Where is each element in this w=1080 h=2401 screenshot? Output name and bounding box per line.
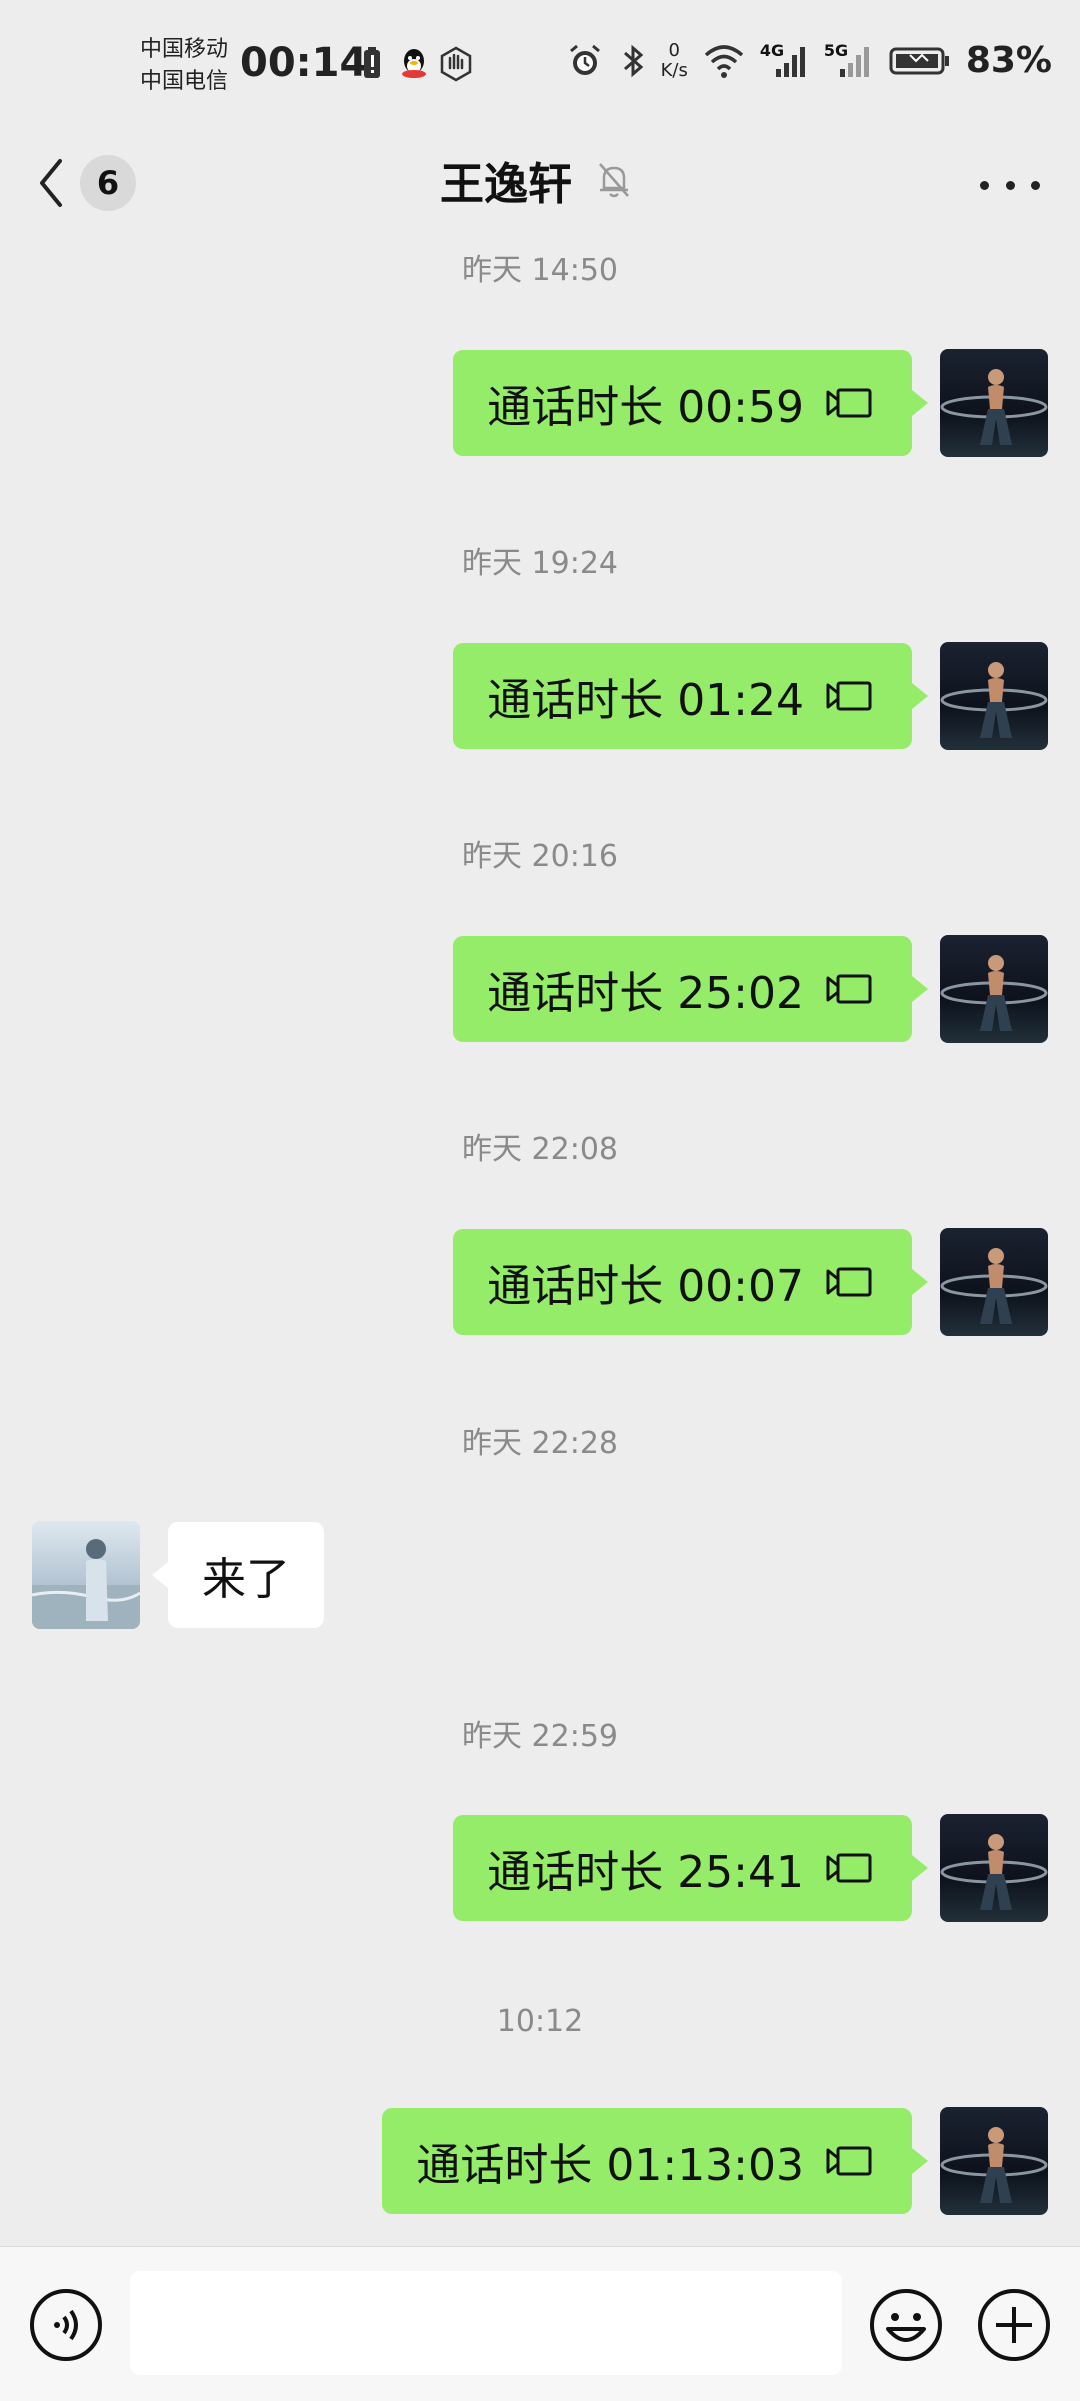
video-call-icon — [826, 388, 872, 418]
plus-icon[interactable] — [976, 2287, 1052, 2363]
contact-avatar[interactable] — [32, 1521, 140, 1629]
hand-icon — [440, 46, 472, 82]
input-bar — [0, 2246, 1080, 2401]
carrier-1: 中国移动 — [140, 37, 229, 62]
chat-title: 王逸轩 — [440, 159, 572, 210]
video-call-icon — [826, 1853, 872, 1883]
text-message-bubble[interactable]: 来了 — [152, 1522, 324, 1628]
timestamp: 10:12 — [496, 2004, 584, 2039]
call-record-bubble[interactable]: 通话时长 00:07 — [453, 1229, 928, 1335]
my-avatar[interactable] — [940, 935, 1048, 1043]
bell-off-icon — [599, 163, 629, 198]
signal-5g-icon: 5G — [824, 41, 874, 81]
call-record-bubble[interactable]: 通话时长 25:02 — [453, 936, 928, 1042]
alarm-icon — [569, 44, 600, 75]
call-record-bubble[interactable]: 通话时长 25:41 — [453, 1815, 928, 1921]
call-record-bubble[interactable]: 通话时长 01:24 — [453, 643, 928, 749]
message-row: 来了 — [32, 1521, 324, 1629]
more-dots-icon — [980, 180, 989, 190]
status-bar: 中国移动 中国电信 00:14 0 K/s 4G 5G 83% — [0, 0, 1080, 130]
timestamp: 昨天 22:28 — [462, 1426, 618, 1461]
chevron-left-icon — [40, 159, 62, 207]
message-row: 通话时长 01:24 — [453, 642, 1048, 750]
status-right: 0 K/s 4G 5G 83% — [565, 40, 1052, 81]
call-duration-text: 通话时长 00:07 — [487, 1261, 804, 1312]
carrier-names: 中国移动 中国电信 — [140, 34, 228, 98]
call-duration-text: 通话时长 25:02 — [487, 968, 804, 1019]
timestamp: 昨天 20:16 — [462, 839, 618, 874]
back-button[interactable]: 6 — [36, 148, 156, 218]
video-call-icon — [826, 1267, 872, 1297]
message-row: 通话时长 01:13:03 — [382, 2107, 1048, 2215]
call-duration-text: 通话时长 01:13:03 — [416, 2140, 804, 2191]
message-row: 通话时长 25:41 — [453, 1814, 1048, 1922]
timestamp: 昨天 22:08 — [462, 1132, 618, 1167]
unread-count-badge: 6 — [80, 155, 136, 211]
battery-percent: 83% — [965, 40, 1052, 81]
more-button[interactable] — [980, 160, 1040, 210]
qq-icon — [402, 49, 426, 78]
my-avatar[interactable] — [940, 349, 1048, 457]
message-row: 通话时长 25:02 — [453, 935, 1048, 1043]
call-duration-text: 通话时长 25:41 — [487, 1847, 804, 1898]
signal-4g-icon: 4G — [760, 41, 810, 81]
my-avatar[interactable] — [940, 642, 1048, 750]
message-row: 通话时长 00:59 — [453, 349, 1048, 457]
video-call-icon — [826, 681, 872, 711]
emoji-icon[interactable] — [868, 2287, 944, 2363]
video-call-icon — [826, 974, 872, 1004]
message-row: 通话时长 00:07 — [453, 1228, 1048, 1336]
my-avatar[interactable] — [940, 1228, 1048, 1336]
message-text: 来了 — [202, 1554, 290, 1605]
timestamp: 昨天 14:50 — [462, 253, 618, 288]
chat-header: 6 王逸轩 — [0, 130, 1080, 238]
video-call-icon — [826, 2146, 872, 2176]
call-record-bubble[interactable]: 通话时长 01:13:03 — [382, 2108, 928, 2214]
timestamp: 昨天 22:59 — [462, 1719, 618, 1754]
message-input[interactable] — [130, 2271, 842, 2375]
status-time: 00:14 — [240, 40, 368, 86]
call-duration-text: 通话时长 01:24 — [487, 675, 804, 726]
bluetooth-icon — [623, 44, 643, 77]
chat-title-group[interactable]: 王逸轩 — [440, 148, 632, 212]
voice-mode-icon[interactable] — [28, 2287, 104, 2363]
timestamp: 昨天 19:24 — [462, 546, 618, 581]
my-avatar[interactable] — [940, 1814, 1048, 1922]
battery-warning-icon — [364, 47, 380, 78]
call-record-bubble[interactable]: 通话时长 00:59 — [453, 350, 928, 456]
carrier-2: 中国电信 — [140, 69, 229, 94]
network-speed: 0 K/s — [660, 39, 688, 81]
wifi-icon — [704, 44, 743, 78]
battery-icon — [889, 47, 949, 74]
call-duration-text: 通话时长 00:59 — [487, 382, 804, 433]
my-avatar[interactable] — [940, 2107, 1048, 2215]
